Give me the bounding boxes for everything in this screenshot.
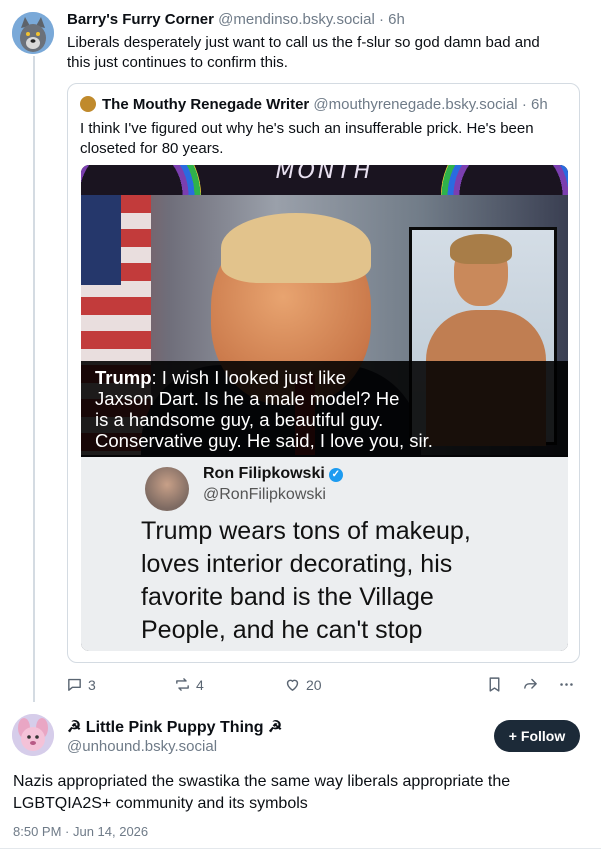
rainbow-banner: MONTH — [81, 165, 568, 265]
verified-badge-icon: ✓ — [328, 468, 343, 482]
share-button[interactable] — [522, 676, 539, 693]
caption-text: Conservative guy. He said, I love you, s… — [95, 430, 433, 451]
follow-button[interactable]: + Follow — [494, 720, 580, 752]
post-time: · 6h — [521, 96, 548, 113]
display-name: The Mouthy Renegade Writer — [102, 96, 310, 113]
ellipsis-icon — [560, 683, 573, 686]
like-count: 20 — [306, 676, 322, 693]
tweet-line: favorite band is the Village — [141, 583, 434, 611]
display-name[interactable]: Barry's Furry Corner — [67, 11, 214, 28]
tweet-line: loves interior decorating, his — [141, 550, 453, 578]
pink-dog-avatar-icon — [12, 714, 54, 756]
quoted-post[interactable]: The Mouthy Renegade Writer @mouthyrenega… — [67, 83, 580, 663]
wolf-avatar-icon — [12, 12, 54, 54]
caption-text: is a handsome guy, a beautiful guy. — [95, 409, 384, 430]
tweet-author-handle: @RonFilipkowski — [203, 486, 326, 503]
post-action-bar: 3 4 20 — [66, 676, 586, 696]
avatar — [145, 467, 189, 511]
embedded-tweet-screenshot: Ron Filipkowski ✓ @RonFilipkowski Trump w… — [81, 457, 568, 651]
post-text-line: closeted for 80 years. — [80, 140, 224, 157]
video-caption: Trump: I wish I looked just like Jaxson … — [81, 361, 568, 457]
post-author-name[interactable]: ☭ Little Pink Puppy Thing ☭ — [67, 717, 282, 737]
quoted-post-header: The Mouthy Renegade Writer @mouthyrenega… — [80, 96, 548, 113]
tweet-line: Trump wears tons of makeup, — [141, 517, 471, 545]
post-text: Liberals desperately just want to call u… — [67, 33, 587, 73]
repost-icon — [176, 678, 189, 691]
flag-canton — [81, 195, 121, 285]
quoted-post-image[interactable]: MONTH Trump: I wish I looked just like J… — [81, 165, 568, 651]
avatar — [80, 96, 96, 112]
post-text-line: this just continues to confirm this. — [67, 54, 288, 71]
display-name[interactable]: ☭ Little Pink Puppy Thing ☭ — [67, 719, 282, 736]
caption-text: : I wish I looked just like — [151, 367, 346, 388]
post-text-line: I think I've figured out why he's such a… — [80, 120, 534, 137]
handle: @mouthyrenegade.bsky.social — [313, 96, 518, 113]
plus-icon: + — [508, 728, 517, 744]
avatar[interactable] — [12, 714, 54, 756]
post-header: Barry's Furry Corner @mendinso.bsky.soci… — [67, 11, 405, 28]
tweet-body: Trump wears tons of makeup, loves interi… — [141, 515, 551, 647]
heart-icon — [286, 679, 299, 691]
bookmark-icon — [489, 677, 500, 692]
follow-label: Follow — [520, 728, 566, 744]
post-text-line: Nazis appropriated the swastika the same… — [13, 773, 511, 790]
caption-text: Jaxson Dart. Is he a male model? He — [95, 388, 400, 409]
person-hair — [221, 213, 371, 283]
post-text: Nazis appropriated the swastika the same… — [13, 771, 588, 815]
repost-button[interactable]: 4 — [174, 676, 204, 693]
banner-text: MONTH — [275, 165, 374, 184]
tweet-author-name: Ron Filipkowski ✓ — [203, 465, 343, 483]
post-text-line: LGBTQIA2S+ community and its symbols — [13, 795, 308, 812]
reply-icon — [68, 678, 81, 691]
caption-speaker: Trump — [95, 367, 152, 388]
share-icon — [524, 678, 537, 689]
thread-connector-line — [33, 56, 35, 702]
reply-button[interactable]: 3 — [66, 676, 96, 693]
reply-count: 3 — [88, 676, 96, 693]
avatar[interactable] — [12, 12, 54, 54]
more-options-button[interactable] — [558, 676, 575, 693]
tweet-author-name-text: Ron Filipkowski — [203, 465, 325, 482]
post-time[interactable]: · 6h — [379, 11, 405, 28]
handle[interactable]: @mendinso.bsky.social — [218, 11, 375, 28]
like-button[interactable]: 20 — [284, 676, 322, 693]
inset-person-hair — [450, 234, 512, 264]
bookmark-button[interactable] — [486, 676, 503, 693]
post-timestamp[interactable]: 8:50 PM · Jun 14, 2026 — [13, 824, 148, 839]
tweet-line: People, and he can't stop — [141, 616, 423, 644]
repost-count: 4 — [196, 676, 204, 693]
handle[interactable]: @unhound.bsky.social — [67, 738, 217, 755]
quoted-post-text: I think I've figured out why he's such a… — [80, 119, 570, 159]
post-text-line: Liberals desperately just want to call u… — [67, 34, 540, 51]
